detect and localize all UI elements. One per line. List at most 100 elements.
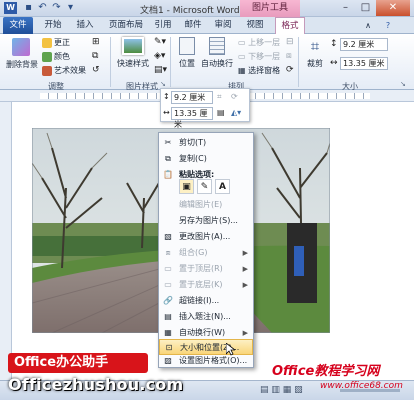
corrections-button[interactable]: 更正 — [42, 37, 70, 48]
bring-forward-button[interactable]: ▭ 上移一层 — [238, 37, 280, 48]
crop-label: 裁剪 — [307, 59, 323, 68]
crop-button[interactable]: ⌗ 裁剪 — [302, 37, 328, 69]
height-icon: ↕ — [330, 39, 338, 49]
menu-item-edit-picture[interactable]: 编辑图片(E) — [159, 197, 253, 213]
tab-references[interactable]: 引用 — [150, 17, 176, 34]
quick-styles-button[interactable]: 快速样式 — [116, 37, 150, 77]
position-button[interactable]: 位置 — [176, 37, 198, 69]
menu-item-label: 插入题注(N)... — [179, 312, 231, 321]
menu-item-format-picture[interactable]: ▨ 设置图片格式(O)... — [159, 353, 253, 369]
title-bar: W ▪ ↶ ↷ ▾ 文档1 - Microsoft Word 图片工具 – □ … — [0, 0, 414, 17]
mini-shape-icon[interactable]: ◭▾ — [231, 108, 241, 117]
group-divider — [298, 37, 299, 87]
remove-background-label: 删除背景 — [6, 60, 38, 69]
menu-item-copy[interactable]: ⧉ 复制(C) — [159, 151, 253, 167]
menu-item-group[interactable]: ⧈ 组合(G) ▶ — [159, 245, 253, 261]
mini-wrap-icon[interactable]: ▤ — [217, 108, 225, 117]
submenu-arrow-icon: ▶ — [242, 265, 248, 273]
size-position-icon: ⊡ — [165, 343, 173, 352]
mini-toolbar: ↕ 9.2 厘米 ↔ 13.35 厘米 ⌗ ⟳ ▤ ◭▾ — [160, 88, 250, 129]
hyperlink-icon: 🔗 — [163, 296, 173, 305]
mini-crop-icon[interactable]: ⌗ — [217, 92, 222, 102]
send-backward-label: 下移一层 — [248, 52, 281, 61]
menu-item-label: 更改图片(A)... — [179, 232, 231, 241]
brand-badge: Office办公助手 — [8, 353, 148, 373]
wrap-text-button[interactable]: 自动换行 — [200, 37, 234, 69]
submenu-arrow-icon: ▶ — [242, 281, 248, 289]
paste-text-only-icon[interactable]: A — [215, 179, 230, 194]
menu-item-send-to-back[interactable]: ▭ 置于底层(K) ▶ — [159, 277, 253, 293]
reset-picture-icon[interactable]: ↺ — [92, 65, 102, 75]
brand-site-text: Officezhushou.com — [8, 375, 184, 394]
selection-pane-label: 选择窗格 — [248, 66, 281, 75]
color-label: 颜色 — [54, 52, 70, 61]
paste-keep-source-icon[interactable]: ▣ — [179, 179, 194, 194]
word-app-icon[interactable]: W — [4, 2, 17, 14]
menu-item-hyperlink[interactable]: 🔗 超链接(I)... — [159, 293, 253, 309]
menu-item-bring-to-front[interactable]: ▭ 置于顶层(R) ▶ — [159, 261, 253, 277]
mini-rotate-icon[interactable]: ⟳ — [231, 92, 238, 101]
tab-home[interactable]: 开始 — [40, 17, 66, 34]
menu-item-label: 编辑图片(E) — [179, 200, 223, 209]
selection-pane-button[interactable]: ▦ 选择窗格 — [238, 65, 280, 76]
mini-height-field[interactable]: 9.2 厘米 — [171, 91, 213, 104]
menu-item-change-picture[interactable]: ▧ 更改图片(A)... — [159, 229, 253, 245]
help-icon[interactable]: ? — [382, 17, 394, 34]
group-objects-icon[interactable]: ⧈ — [286, 51, 292, 61]
corrections-label: 更正 — [54, 38, 70, 47]
size-dialog-launcher-icon[interactable]: ↘ — [400, 80, 406, 88]
vertical-ruler[interactable] — [0, 102, 12, 380]
align-icon[interactable]: ⊟ — [286, 37, 294, 47]
remove-background-button[interactable]: 删除背景 — [6, 38, 38, 74]
quick-styles-label: 快速样式 — [117, 59, 149, 68]
window-title: 文档1 - Microsoft Word — [140, 6, 240, 16]
view-buttons-icon[interactable]: ▤ ▥ ▦ ▧ — [260, 385, 303, 395]
wrap-text-icon — [209, 37, 225, 55]
minimize-icon[interactable]: – — [336, 0, 355, 16]
send-backward-button[interactable]: ▭ 下移一层 — [238, 51, 280, 62]
customize-icon[interactable]: ▾ — [64, 2, 77, 14]
artistic-effects-label: 艺术效果 — [54, 66, 86, 75]
change-picture-icon[interactable]: ⧉ — [92, 51, 102, 61]
send-backward-icon: ▭ — [238, 52, 249, 61]
bring-forward-label: 上移一层 — [248, 38, 281, 47]
position-icon — [179, 37, 195, 55]
artistic-effects-button[interactable]: 艺术效果 — [42, 65, 86, 76]
tab-file[interactable]: 文件 — [3, 17, 33, 34]
bring-forward-icon: ▭ — [238, 38, 249, 47]
corrections-icon — [42, 37, 52, 48]
ribbon-tabs: 文件 开始 插入 页面布局 引用 邮件 审阅 视图 格式 ∧ ? — [0, 17, 414, 34]
menu-item-cut[interactable]: ✂ 剪切(T) — [159, 135, 253, 151]
rotate-icon[interactable]: ⟳ — [286, 65, 294, 75]
picture-border-icon[interactable]: ✎▾ — [154, 37, 166, 47]
color-button[interactable]: 颜色 — [42, 51, 70, 62]
submenu-arrow-icon: ▶ — [242, 249, 248, 257]
tab-insert[interactable]: 插入 — [72, 17, 98, 34]
picture-effects-icon[interactable]: ◈▾ — [154, 51, 165, 61]
picture-layout-icon[interactable]: ▤▾ — [154, 65, 167, 75]
position-label: 位置 — [179, 59, 195, 68]
undo-icon[interactable]: ↶ — [36, 2, 49, 14]
context-menu: ✂ 剪切(T) ⧉ 复制(C) 📋 粘贴选项: ▣ ✎ A 编辑图片(E) 另存为图片… — [158, 132, 254, 368]
tab-format[interactable]: 格式 — [275, 17, 305, 34]
tab-mailings[interactable]: 邮件 — [180, 17, 206, 34]
menu-item-insert-caption[interactable]: ▤ 插入题注(N)... — [159, 309, 253, 325]
collapse-ribbon-icon[interactable]: ∧ — [362, 17, 374, 34]
height-field[interactable]: 9.2 厘米 — [340, 38, 388, 51]
maximize-icon[interactable]: □ — [356, 0, 375, 16]
close-icon[interactable]: ✕ — [376, 0, 410, 16]
compress-icon[interactable]: ⊞ — [92, 37, 102, 47]
watermark-title: Office教程学习网 — [272, 364, 380, 379]
tab-view[interactable]: 视图 — [242, 17, 268, 34]
styles-dialog-launcher-icon[interactable]: ↘ — [160, 80, 166, 88]
selection-pane-icon: ▦ — [238, 66, 249, 75]
width-field[interactable]: 13.35 厘米 — [340, 57, 388, 70]
paste-picture-icon[interactable]: ✎ — [197, 179, 212, 194]
menu-item-save-as-picture[interactable]: 另存为图片(S)... — [159, 213, 253, 229]
redo-icon[interactable]: ↷ — [50, 2, 63, 14]
send-to-back-icon: ▭ — [164, 280, 172, 289]
tab-review[interactable]: 审阅 — [210, 17, 236, 34]
mini-width-field[interactable]: 13.35 厘米 — [171, 107, 213, 129]
tab-page-layout[interactable]: 页面布局 — [104, 17, 148, 34]
save-icon[interactable]: ▪ — [22, 2, 35, 14]
